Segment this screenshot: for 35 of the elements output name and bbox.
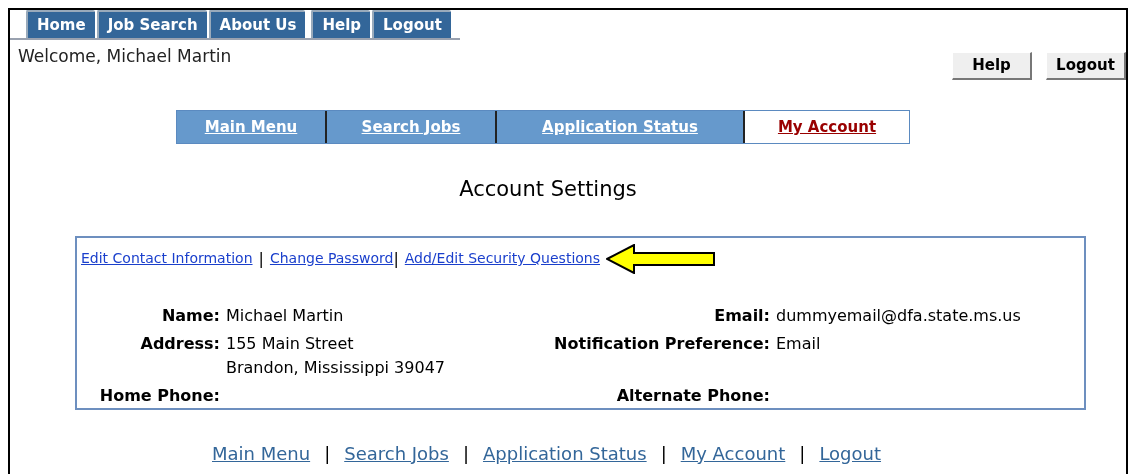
footer-link[interactable]: My Account: [680, 439, 786, 467]
page-title: Account Settings: [458, 176, 638, 203]
account-link[interactable]: Add/Edit Security Questions: [404, 248, 600, 269]
field-label: Name:: [160, 304, 221, 327]
arrow-icon: [606, 243, 716, 274]
nav-tab[interactable]: Job Search: [96, 10, 207, 38]
separator-text: |: [462, 441, 469, 466]
field-label: Home Phone:: [98, 384, 221, 407]
field-label: Email:: [713, 304, 771, 327]
separator-text: |: [258, 247, 264, 270]
nav-tab[interactable]: Home: [26, 10, 95, 38]
account-link[interactable]: Change Password: [269, 248, 394, 269]
field-label: Alternate Phone:: [615, 384, 771, 407]
nav-tab[interactable]: Logout: [372, 10, 451, 38]
footer-link[interactable]: Search Jobs: [344, 439, 449, 467]
footer-link[interactable]: Logout: [819, 439, 881, 467]
field-label: Address:: [139, 332, 221, 355]
field-value: Email: [776, 332, 821, 355]
footer-link[interactable]: Main Menu: [212, 439, 311, 467]
separator-text: |: [660, 441, 667, 466]
field-value: Brandon, Mississippi 39047: [226, 356, 445, 379]
field-value: dummyemail@dfa.state.ms.us: [776, 304, 1021, 327]
header-button[interactable]: Help: [952, 52, 1032, 80]
separator-text: |: [393, 247, 399, 270]
field-value: 155 Main Street: [226, 332, 355, 355]
account-link[interactable]: Edit Contact Information: [81, 248, 253, 269]
header-button[interactable]: Logout: [1046, 52, 1126, 80]
welcome-text: Welcome, Michael Martin: [18, 45, 232, 68]
separator-text: |: [799, 441, 806, 466]
field-label: Notification Preference:: [553, 332, 771, 355]
field-value: Michael Martin: [226, 304, 344, 327]
separator-text: |: [324, 441, 331, 466]
nav-tab[interactable]: Help: [311, 10, 371, 38]
nav-tab[interactable]: About Us: [208, 10, 306, 38]
footer-link[interactable]: Application Status: [482, 439, 647, 467]
